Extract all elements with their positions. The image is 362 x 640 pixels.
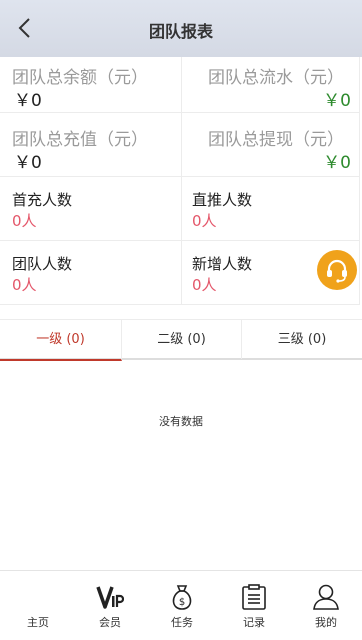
total-withdraw-value: ￥0 — [323, 153, 351, 173]
team-size-value: 0人 — [12, 276, 37, 294]
vip-icon — [96, 586, 124, 609]
first-recharge-value: 0人 — [12, 212, 37, 230]
nav-label-records: 记录 — [243, 616, 265, 629]
total-withdraw-label: 团队总提现（元） — [208, 130, 344, 150]
nav-label-home: 主页 — [27, 616, 49, 629]
tab-level-2[interactable]: 二级 (0) — [122, 320, 242, 359]
team-size-label: 团队人数 — [12, 255, 73, 273]
stat-total-flow: 团队总流水（元） ￥0 — [182, 57, 360, 113]
header: 团队报表 — [0, 0, 362, 57]
nav-item-vip[interactable]: 会员 — [74, 571, 146, 640]
empty-state-text: 没有数据 — [159, 415, 203, 428]
clipboard-icon — [242, 584, 266, 610]
user-icon — [313, 584, 339, 610]
direct-label: 直推人数 — [192, 191, 253, 209]
level-tabs: 一级 (0) 二级 (0) 三级 (0) — [0, 319, 362, 361]
nav-label-vip: 会员 — [99, 616, 121, 629]
new-members-value: 0人 — [192, 276, 217, 294]
tab-level-3[interactable]: 三级 (0) — [242, 320, 362, 359]
stat-total-balance: 团队总余额（元） ￥0 — [0, 57, 182, 113]
nav-label-mine: 我的 — [315, 616, 337, 629]
bottom-nav: 主页 会员 $ 任务 记录 我的 — [0, 570, 362, 640]
nav-item-records[interactable]: 记录 — [218, 571, 290, 640]
stat-first-recharge: 首充人数 0人 — [0, 177, 182, 241]
stat-total-recharge: 团队总充值（元） ￥0 — [0, 113, 182, 177]
total-recharge-value: ￥0 — [14, 153, 42, 173]
first-recharge-label: 首充人数 — [12, 191, 73, 209]
svg-text:$: $ — [179, 597, 185, 608]
stat-total-withdraw: 团队总提现（元） ￥0 — [182, 113, 360, 177]
headset-icon — [327, 259, 347, 283]
page-title: 团队报表 — [148, 22, 213, 41]
stat-direct: 直推人数 0人 — [182, 177, 360, 241]
money-bag-icon: $ — [172, 585, 192, 610]
new-members-label: 新增人数 — [192, 255, 253, 273]
nav-item-home[interactable]: 主页 — [2, 571, 74, 640]
nav-item-task[interactable]: $ 任务 — [146, 571, 218, 640]
total-flow-value: ￥0 — [323, 91, 351, 111]
nav-label-task: 任务 — [171, 616, 193, 629]
total-recharge-label: 团队总充值（元） — [12, 130, 148, 150]
total-flow-label: 团队总流水（元） — [208, 68, 344, 88]
customer-service-button[interactable] — [317, 250, 357, 290]
direct-value: 0人 — [192, 212, 217, 230]
tab-level-1[interactable]: 一级 (0) — [0, 320, 122, 361]
total-balance-label: 团队总余额（元） — [12, 68, 148, 88]
total-balance-value: ￥0 — [14, 91, 42, 111]
nav-item-mine[interactable]: 我的 — [290, 571, 362, 640]
stat-team-size: 团队人数 0人 — [0, 241, 182, 305]
